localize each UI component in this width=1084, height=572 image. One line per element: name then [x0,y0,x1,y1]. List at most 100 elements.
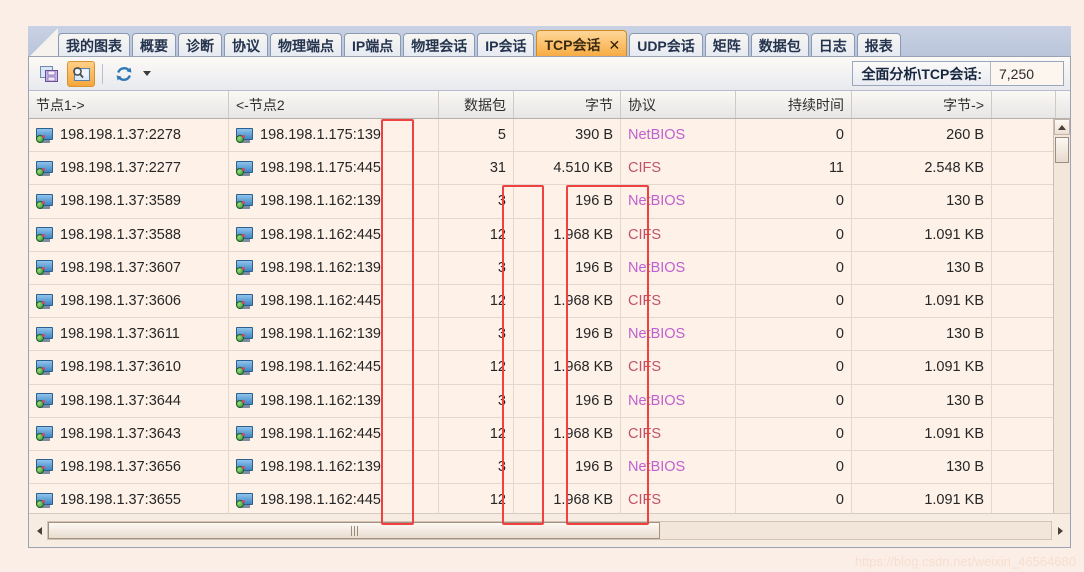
cell-bytes: 196 B [514,318,621,351]
table-row[interactable]: 198.198.1.37:3607 198.198.1.162:139 3 196 B… [29,251,1070,285]
table-row[interactable]: 198.198.1.37:3656 198.198.1.162:139 3 196 B… [29,450,1070,485]
cell-spacer [992,318,1056,350]
refresh-button[interactable] [110,61,138,87]
cell-duration: 0 [736,450,852,484]
scroll-left-button[interactable] [32,522,46,540]
cell-bytes_out: 130 B [852,450,992,484]
cell-packets: 3 [439,251,514,284]
save-icon [39,65,58,82]
column-header-node2[interactable]: <-节点2 [229,91,439,118]
column-header-packets[interactable]: 数据包 [439,91,514,118]
cell-node1: 198.198.1.37:2278 [29,119,229,152]
status-value: 7,250 [991,62,1063,85]
column-header-node1[interactable]: 节点1-> [29,91,229,118]
cell-packets: 12 [439,351,514,384]
scroll-thumb-grip [350,525,358,536]
cell-bytes: 196 B [514,185,621,218]
cell-text: 198.198.1.37:3655 [60,492,181,509]
cell-text: 198.198.1.162:445 [260,425,381,442]
cell-protocol: CIFS [621,417,736,450]
horizontal-scroll-track[interactable] [47,521,1052,540]
table-row[interactable]: 198.198.1.37:3589 198.198.1.162:139 3 196 B… [29,185,1070,219]
column-header-bytes[interactable]: 字节 [514,91,621,118]
cell-spacer [992,484,1056,513]
session-grid: 节点1-> <-节点2 数据包 字节 协议 持续时间 字节-> 198.198.… [29,91,1070,547]
cell-bytes_out: 1.091 KB [852,484,992,513]
tab-report[interactable]: 报表 [856,33,901,58]
tab-ip-session[interactable]: IP会话 [477,33,535,58]
tab-tcp-session[interactable]: TCP会话 ✕ [536,30,628,58]
tab-matrix[interactable]: 矩阵 [704,33,749,58]
tab-my-charts[interactable]: 我的图表 [58,33,130,58]
tab-ip-endpoint[interactable]: IP端点 [344,33,402,58]
tab-udp-session[interactable]: UDP会话 [629,33,703,58]
horizontal-scrollbar[interactable] [29,513,1070,547]
column-header-bytes-out[interactable]: 字节-> [852,91,992,118]
cell-bytes_out: 1.091 KB [852,417,992,450]
network-node-icon [36,326,53,342]
table-row[interactable]: 198.198.1.37:3643 198.198.1.162:445 12 1.96… [29,417,1070,451]
cell-bytes: 196 B [514,450,621,484]
chevron-down-icon[interactable] [143,71,151,76]
cell-protocol: CIFS [621,284,736,318]
close-icon[interactable]: ✕ [608,31,620,58]
table-row[interactable]: 198.198.1.37:3610 198.198.1.162:445 12 1.96… [29,351,1070,385]
table-row[interactable]: 198.198.1.37:3611 198.198.1.162:139 3 196 B… [29,318,1070,352]
cell-text: 198.198.1.162:445 [260,359,381,376]
table-row[interactable]: 198.198.1.37:3588 198.198.1.162:445 12 1.96… [29,218,1070,252]
cell-protocol: NetBIOS [621,251,736,284]
refresh-icon [116,66,132,81]
tcp-session-panel: 全面分析\TCP会话: 7,250 节点1-> <-节点2 数据包 字节 协议 … [28,56,1071,548]
vertical-scrollbar[interactable] [1053,119,1070,513]
tab-log[interactable]: 日志 [810,33,855,58]
tab-physical-endpoint[interactable]: 物理端点 [270,33,342,58]
cell-spacer [992,418,1056,450]
cell-packets: 5 [439,119,514,152]
table-row[interactable]: 198.198.1.37:3606 198.198.1.162:445 12 1.96… [29,284,1070,319]
table-row[interactable]: 198.198.1.37:2277 198.198.1.175:445 31 4.51… [29,152,1070,186]
cell-node1: 198.198.1.37:3611 [29,318,229,351]
cell-spacer [992,185,1056,217]
cell-spacer [992,385,1056,417]
vertical-scroll-thumb[interactable] [1055,137,1069,163]
horizontal-scroll-thumb[interactable] [48,522,660,539]
column-header-protocol[interactable]: 协议 [621,91,736,118]
tab-packets[interactable]: 数据包 [750,33,809,58]
tab-label: TCP会话 [544,37,601,53]
cell-node2: 198.198.1.162:445 [229,351,439,384]
cell-text: 198.198.1.162:139 [260,259,381,276]
cell-packets: 12 [439,284,514,318]
network-node-icon [236,359,253,375]
cell-node1: 198.198.1.37:3644 [29,384,229,417]
network-node-icon [36,459,53,475]
column-header-duration[interactable]: 持续时间 [736,91,852,118]
cell-text: 198.198.1.175:445 [260,160,381,177]
network-node-icon [236,227,253,243]
cell-protocol: NetBIOS [621,384,736,417]
table-row[interactable]: 198.198.1.37:2278 198.198.1.175:139 5 390 B… [29,119,1070,153]
network-node-icon [236,260,253,276]
cell-bytes: 1.968 KB [514,351,621,384]
cell-bytes: 1.968 KB [514,218,621,251]
tab-diagnosis[interactable]: 诊断 [178,33,222,58]
save-button[interactable] [35,61,63,87]
cell-bytes_out: 130 B [852,318,992,351]
cell-text: 198.198.1.162:445 [260,293,381,310]
scroll-right-button[interactable] [1053,522,1067,540]
tab-summary[interactable]: 概要 [132,33,176,58]
table-row[interactable]: 198.198.1.37:3655 198.198.1.162:445 12 1.96… [29,484,1070,513]
cell-packets: 3 [439,318,514,351]
filter-button[interactable] [67,60,95,87]
cell-text: 198.198.1.37:3611 [60,326,180,343]
cell-bytes_out: 2.548 KB [852,152,992,185]
cell-text: 198.198.1.162:139 [260,392,381,409]
watermark: https://blog.csdn.net/weixin_46564680 [854,554,1076,569]
table-row[interactable]: 198.198.1.37:3644 198.198.1.162:139 3 196 B… [29,384,1070,418]
cell-duration: 0 [736,218,852,251]
tab-protocol[interactable]: 协议 [224,33,268,58]
cell-packets: 12 [439,484,514,513]
cell-text: 198.198.1.162:139 [260,326,381,343]
cell-protocol: CIFS [621,152,736,185]
tab-physical-session[interactable]: 物理会话 [403,33,476,58]
scroll-up-button[interactable] [1054,119,1070,135]
